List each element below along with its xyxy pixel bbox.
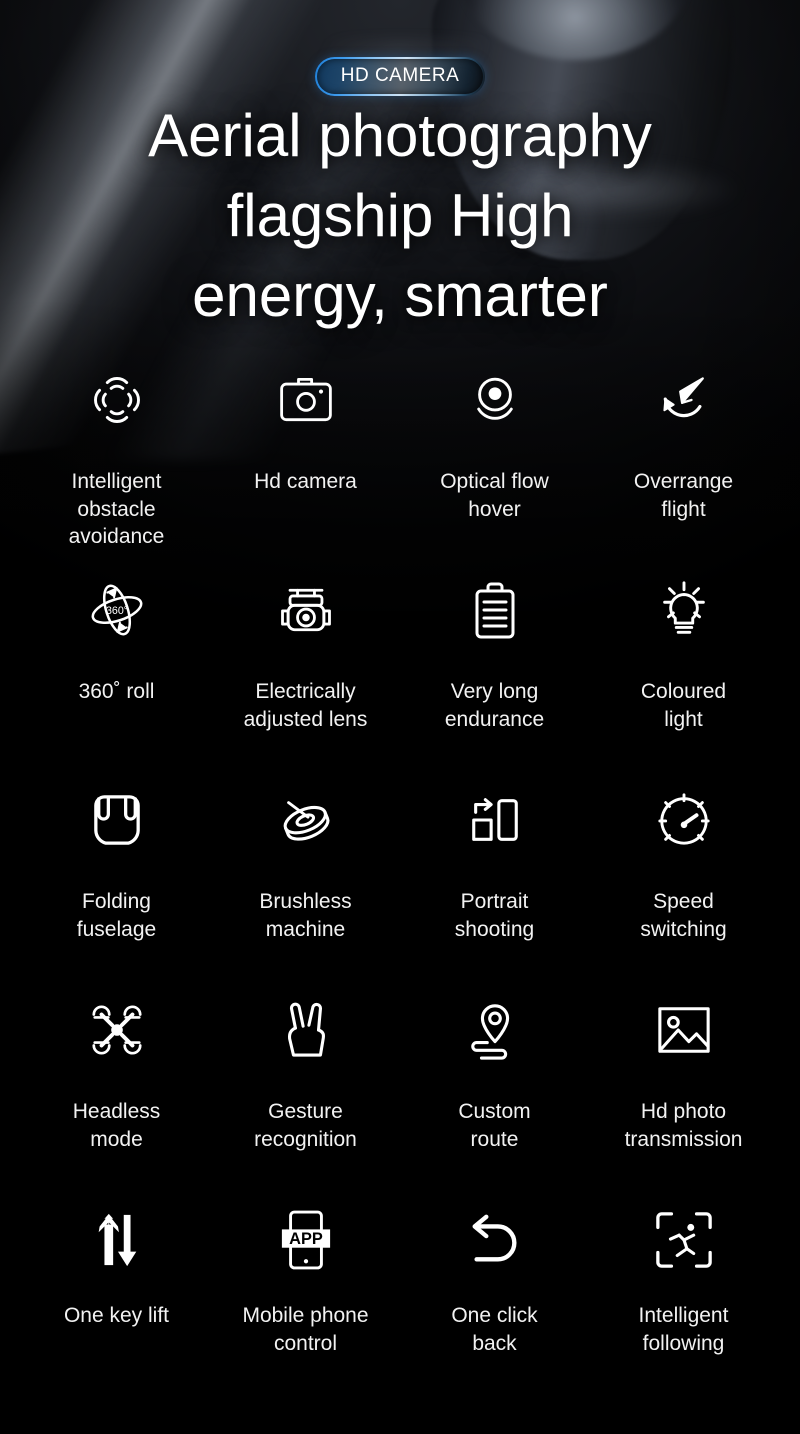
feature-label: Portrait shooting <box>454 890 535 941</box>
feature-label: Overrange flight <box>633 470 734 521</box>
speedometer-icon <box>654 780 714 860</box>
feature-label: Electrically adjusted lens <box>243 680 368 731</box>
feature-item-very-long-endurance: Very long endurance <box>400 562 589 772</box>
product-feature-page: HD CAMERA Aerial photography flagship Hi… <box>0 0 800 1434</box>
feature-item-custom-route: Custom route <box>400 982 589 1192</box>
feature-item-coloured-light: Coloured light <box>589 562 778 772</box>
hd-camera-badge: HD CAMERA <box>315 57 486 96</box>
up-down-arrows-icon <box>89 1200 145 1280</box>
feature-item-gesture-recognition: Gesture recognition <box>211 982 400 1192</box>
headline-line-3: energy, smarter <box>192 261 608 329</box>
feature-label: Optical flow hover <box>440 470 549 521</box>
return-arrow-icon <box>465 1200 525 1280</box>
overrange-flight-icon <box>654 360 714 440</box>
feature-label: Mobile phone control <box>242 1304 369 1355</box>
hand-gesture-icon <box>280 990 332 1070</box>
battery-icon <box>472 570 518 650</box>
svg-text:360°: 360° <box>105 605 127 617</box>
feature-label: Speed switching <box>640 890 727 941</box>
feature-label: Custom route <box>458 1100 531 1151</box>
feature-label: 360˚ roll <box>78 680 155 703</box>
feature-item-portrait-shooting: Portrait shooting <box>400 772 589 982</box>
feature-label: Folding fuselage <box>76 890 157 941</box>
camera-icon <box>276 360 336 440</box>
gimbal-camera-icon <box>275 570 337 650</box>
feature-label: Hd photo transmission <box>624 1100 743 1151</box>
feature-label: Brushless machine <box>259 890 352 941</box>
feature-item-mobile-phone-control: APP Mobile phone control <box>211 1192 400 1402</box>
headline-line-2: flagship High <box>226 181 574 249</box>
feature-label: Headless mode <box>72 1100 161 1151</box>
feature-label: One click back <box>451 1304 538 1355</box>
feature-label: Very long endurance <box>444 680 545 731</box>
photo-image-icon <box>654 990 714 1070</box>
portrait-shooting-icon <box>466 780 524 860</box>
optical-flow-icon <box>466 360 524 440</box>
feature-item-one-click-back: One click back <box>400 1192 589 1402</box>
badge-container: HD CAMERA <box>0 57 800 96</box>
light-bulb-icon <box>653 570 715 650</box>
feature-label: One key lift <box>63 1304 170 1327</box>
feature-label: Coloured light <box>640 680 727 731</box>
feature-item-folding-fuselage: Folding fuselage <box>22 772 211 982</box>
feature-item-hd-camera: Hd camera <box>211 352 400 562</box>
feature-item-optical-flow-hover: Optical flow hover <box>400 352 589 562</box>
feature-item-intelligent-obstacle-avoidance: Intelligent obstacle avoidance <box>22 352 211 562</box>
feature-item-360-roll: 360° 360˚ roll <box>22 562 211 772</box>
brushless-motor-icon <box>275 780 337 860</box>
feature-item-speed-switching: Speed switching <box>589 772 778 982</box>
feature-item-hd-photo-transmission: Hd photo transmission <box>589 982 778 1192</box>
feature-item-intelligent-following: Intelligent following <box>589 1192 778 1402</box>
360-roll-icon: 360° <box>84 570 150 650</box>
folding-fuselage-icon <box>92 780 142 860</box>
feature-label: Gesture recognition <box>254 1100 357 1151</box>
feature-label: Hd camera <box>254 470 357 493</box>
drone-icon <box>86 990 148 1070</box>
feature-item-headless-mode: Headless mode <box>22 982 211 1192</box>
app-glyph-text: APP <box>289 1230 323 1248</box>
feature-item-overrange-flight: Overrange flight <box>589 352 778 562</box>
phone-app-icon: APP <box>279 1200 333 1280</box>
map-route-icon <box>466 990 524 1070</box>
obstacle-avoidance-icon <box>86 360 148 440</box>
feature-item-one-key-lift: One key lift <box>22 1192 211 1402</box>
feature-label: Intelligent following <box>638 1304 729 1355</box>
feature-label: Intelligent obstacle avoidance <box>68 470 165 549</box>
feature-grid: Intelligent obstacle avoidance Hd camera <box>22 352 778 1402</box>
feature-item-brushless-machine: Brushless machine <box>211 772 400 982</box>
follow-tracking-icon <box>654 1200 714 1280</box>
feature-item-electrically-adjusted-lens: Electrically adjusted lens <box>211 562 400 772</box>
page-title: Aerial photography flagship High energy,… <box>0 96 800 335</box>
headline-line-1: Aerial photography <box>148 102 652 169</box>
